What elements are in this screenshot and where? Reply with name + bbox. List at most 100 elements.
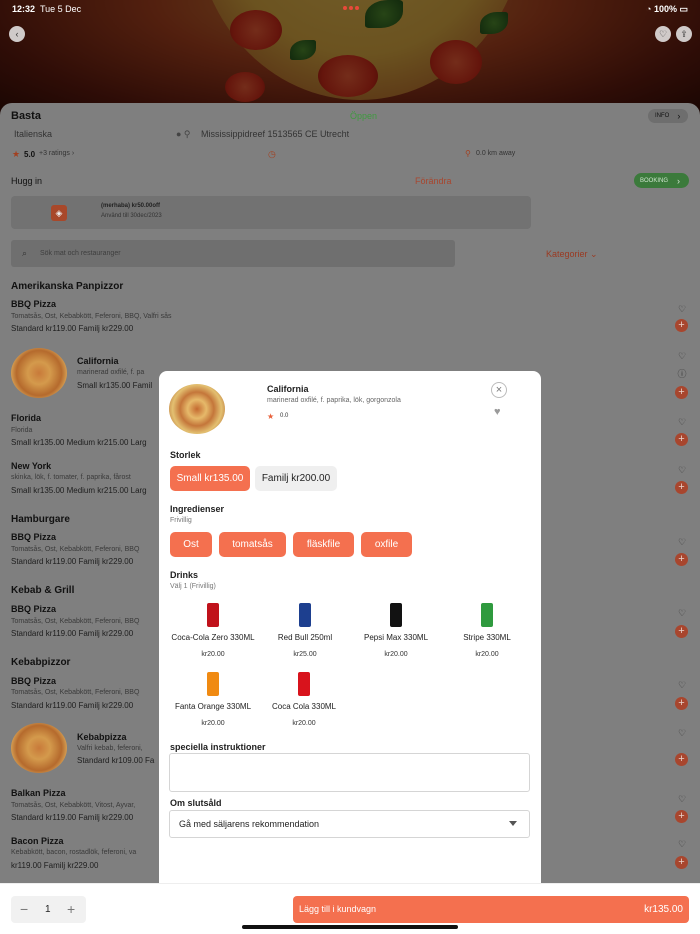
share-button[interactable]: ⇪: [676, 26, 692, 42]
drinks-subtitle: Välj 1 (Frivillig): [170, 583, 216, 590]
menu-item-name[interactable]: California: [77, 356, 119, 366]
add-item-button[interactable]: +: [675, 553, 688, 566]
heart-icon[interactable]: ♡: [677, 608, 687, 618]
favorite-heart-icon[interactable]: ♥: [494, 406, 501, 418]
drink-option[interactable]: Pepsi Max 330ML kr20.00: [351, 603, 441, 658]
menu-section-title: Hamburgare: [11, 514, 70, 525]
soldout-title: Om slutsåld: [170, 798, 222, 808]
info-circle-icon[interactable]: ⓘ: [677, 369, 687, 379]
menu-item-prices: kr119.00 Familj kr229.00: [11, 861, 99, 870]
heart-icon[interactable]: ♡: [677, 304, 687, 314]
chevron-left-icon: ‹: [15, 29, 19, 39]
multitask-dots-icon[interactable]: [343, 6, 359, 10]
booking-button[interactable]: BOOKING ›: [634, 173, 689, 188]
instructions-textarea[interactable]: [169, 753, 530, 792]
menu-item-prices: Standard kr119.00 Familj kr229.00: [11, 701, 134, 710]
search-icon: ⌕: [22, 248, 28, 258]
add-item-button[interactable]: +: [675, 319, 688, 332]
soldout-select[interactable]: Gå med säljarens rekommendation: [169, 810, 530, 838]
add-item-button[interactable]: +: [675, 810, 688, 823]
product-image: [169, 384, 225, 434]
menu-item-name[interactable]: BBQ Pizza: [11, 604, 56, 614]
size-option-small[interactable]: Small kr135.00: [170, 466, 250, 491]
drink-name: Stripe 330ML: [463, 633, 511, 642]
menu-item-name[interactable]: BBQ Pizza: [11, 299, 56, 309]
menu-item-prices: Small kr135.00 Medium kr215.00 Larg: [11, 486, 147, 495]
add-to-cart-button[interactable]: Lägg till i kundvagn kr135.00: [293, 896, 689, 923]
coupon-validity: Använd till 30dec/2023: [101, 213, 162, 219]
heart-icon[interactable]: ♡: [677, 680, 687, 690]
menu-item-prices: Standard kr109.00 Fa: [77, 756, 155, 765]
drink-price: kr20.00: [475, 651, 499, 658]
ratings-link[interactable]: +3 ratings ›: [39, 150, 74, 157]
menu-item-name[interactable]: Balkan Pizza: [11, 788, 66, 798]
menu-item-desc: Tomatsås, Ost, Kebabkött, Feferoni, BBQ: [11, 618, 140, 625]
battery-icon: ▭: [679, 4, 688, 14]
drink-price: kr25.00: [293, 651, 317, 658]
heart-icon[interactable]: ♡: [677, 728, 687, 738]
bottom-bar: − 1 + Lägg till i kundvagn kr135.00: [0, 883, 700, 934]
heart-icon[interactable]: ♡: [677, 794, 687, 804]
ingredient-chip-oxfile[interactable]: oxfile: [361, 532, 412, 557]
categories-dropdown[interactable]: Kategorier ⌄: [546, 249, 598, 260]
add-item-button[interactable]: +: [675, 433, 688, 446]
drink-option[interactable]: Fanta Orange 330ML kr20.00: [168, 672, 258, 727]
coupon-card[interactable]: [11, 196, 531, 229]
menu-item-prices: Small kr135.00 Famil: [77, 381, 153, 390]
drink-option[interactable]: Red Bull 250ml kr25.00: [260, 603, 350, 658]
heart-icon[interactable]: ♡: [677, 417, 687, 427]
size-section-title: Storlek: [170, 450, 201, 460]
drink-option[interactable]: Coca-Cola Zero 330ML kr20.00: [168, 603, 258, 658]
back-button[interactable]: ‹: [9, 26, 25, 42]
menu-item-name[interactable]: New York: [11, 461, 51, 471]
menu-item-name[interactable]: BBQ Pizza: [11, 532, 56, 542]
increase-button[interactable]: +: [67, 902, 75, 916]
share-icon: ⇪: [680, 28, 688, 39]
location-pin-icon: ● ⚲: [176, 129, 191, 139]
ingredient-chip-ost[interactable]: Ost: [170, 532, 212, 557]
heart-icon[interactable]: ♡: [677, 839, 687, 849]
add-item-button[interactable]: +: [675, 481, 688, 494]
menu-section-title: Kebabpizzor: [11, 657, 71, 668]
menu-item-name[interactable]: Kebabpizza: [77, 732, 127, 742]
quantity-value: 1: [45, 904, 51, 915]
menu-item-name[interactable]: BBQ Pizza: [11, 676, 56, 686]
heart-icon[interactable]: ♡: [677, 537, 687, 547]
add-to-cart-label: Lägg till i kundvagn: [299, 904, 377, 914]
add-item-button[interactable]: +: [675, 625, 688, 638]
size-option-familj[interactable]: Familj kr200.00: [255, 466, 337, 491]
heart-icon[interactable]: ♡: [677, 465, 687, 475]
favorite-button[interactable]: ♡: [655, 26, 671, 42]
drink-option[interactable]: Stripe 330ML kr20.00: [442, 603, 532, 658]
drink-price: kr20.00: [384, 651, 408, 658]
coupon-tag-icon: ◈: [51, 205, 67, 221]
drink-name: Pepsi Max 330ML: [363, 633, 429, 642]
menu-item-prices: Standard kr119.00 Familj kr229.00: [11, 324, 134, 333]
menu-item-desc: Valfri kebab, feferoni,: [77, 745, 143, 752]
soldout-selected-value: Gå med säljarens rekommendation: [179, 819, 320, 829]
product-rating: 0.0: [280, 413, 289, 419]
drinks-title: Drinks: [170, 570, 199, 580]
heart-icon[interactable]: ♡: [677, 351, 687, 361]
ingredient-chip-flaskfile[interactable]: fläskfile: [293, 532, 354, 557]
wifi-icon: ◔: [645, 4, 652, 14]
chevron-right-icon: ›: [677, 175, 681, 186]
order-type: Hugg in: [11, 176, 43, 186]
close-button[interactable]: ×: [491, 382, 507, 398]
info-button[interactable]: INFO ›: [648, 109, 688, 123]
add-item-button[interactable]: +: [675, 386, 688, 399]
info-label: INFO: [655, 113, 670, 119]
menu-item-name[interactable]: Bacon Pizza: [11, 836, 64, 846]
chevron-down-icon: ⌄: [590, 249, 598, 259]
add-item-button[interactable]: +: [675, 753, 688, 766]
decrease-button[interactable]: −: [20, 902, 28, 916]
add-item-button[interactable]: +: [675, 697, 688, 710]
menu-item-name[interactable]: Florida: [11, 413, 41, 423]
change-order-type-link[interactable]: Förändra: [415, 176, 452, 186]
coca-cola-zero-can-icon: [207, 603, 219, 627]
rating-value: 5.0: [24, 150, 36, 159]
add-item-button[interactable]: +: [675, 856, 688, 869]
product-desc: marinerad oxfilé, f. paprika, lök, gorgo…: [267, 397, 401, 404]
ingredient-chip-tomatsas[interactable]: tomatsås: [219, 532, 286, 557]
drink-option[interactable]: Coca Cola 330ML kr20.00: [259, 672, 349, 727]
